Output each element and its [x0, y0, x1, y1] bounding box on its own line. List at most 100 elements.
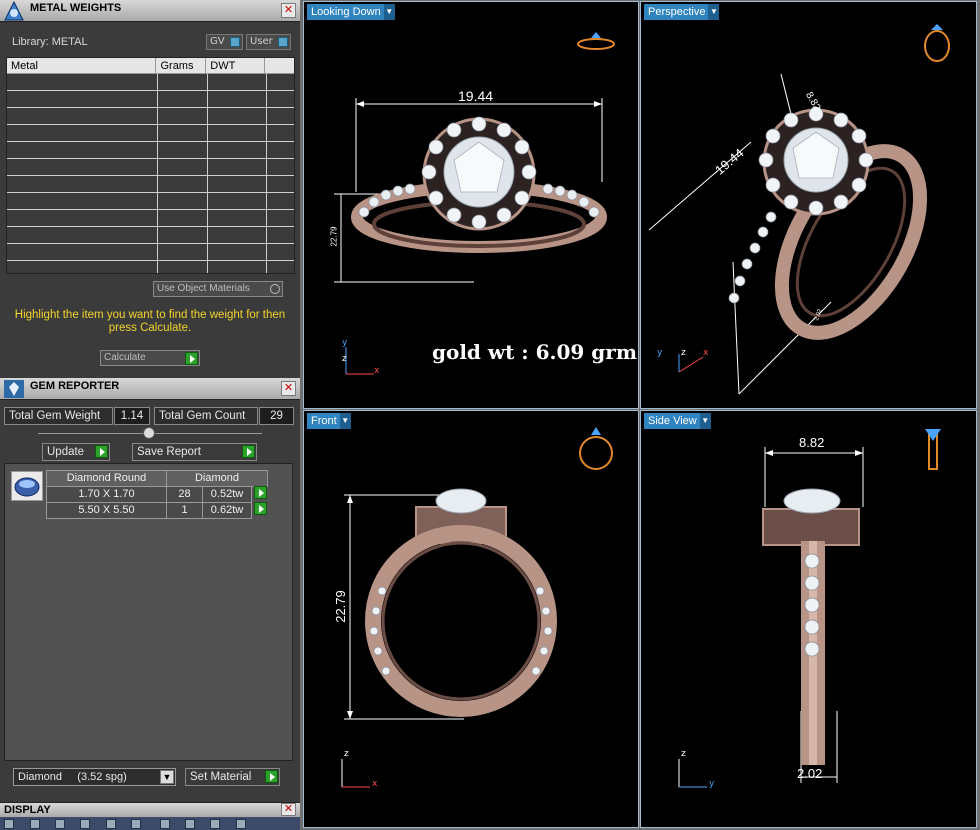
total-gem-weight-value: 1.14	[114, 407, 150, 425]
close-icon[interactable]: ✕	[281, 3, 296, 18]
axis-z-label: z	[342, 354, 347, 364]
viewport-label[interactable]: Side View ▼	[644, 413, 711, 429]
dimension-top: 8.82	[799, 435, 825, 450]
update-button[interactable]: Update	[42, 443, 110, 461]
left-panel: METAL WEIGHTS ✕ Library: METAL GV User M…	[0, 0, 300, 830]
set-material-button[interactable]: Set Material	[185, 768, 280, 786]
gem-size: 1.70 X 1.70	[46, 486, 167, 503]
column-extra[interactable]	[265, 58, 294, 73]
arrow-right-icon	[254, 486, 267, 499]
metal-weights-table[interactable]: Metal Grams DWT	[6, 57, 295, 274]
close-icon[interactable]: ✕	[281, 803, 296, 816]
dimension-bottom: 2.02	[797, 766, 823, 781]
viewport-label[interactable]: Perspective ▼	[644, 4, 720, 20]
metal-weights-title: METAL WEIGHTS	[30, 2, 122, 14]
column-diamond-round: Diamond Round	[46, 470, 167, 487]
tool-icon[interactable]	[4, 819, 14, 829]
table-header: Metal Grams DWT	[7, 58, 294, 74]
total-gem-count-label: Total Gem Count	[154, 407, 258, 425]
gem-reporter-icon	[4, 380, 24, 398]
display-title: DISPLAY	[4, 804, 51, 816]
display-toolbar	[0, 817, 300, 830]
dimension-height: 22.79	[329, 226, 339, 247]
gem-table[interactable]: Diamond Round Diamond 1.70 X 1.70 28 0.5…	[46, 470, 268, 519]
tool-icon[interactable]	[106, 819, 116, 829]
use-object-materials-checkbox[interactable]: Use Object Materials	[153, 281, 283, 297]
tool-icon[interactable]	[236, 819, 246, 829]
viewport-label[interactable]: Front ▼	[307, 413, 351, 429]
tool-icon[interactable]	[210, 819, 220, 829]
column-diamond: Diamond	[166, 470, 268, 487]
ring-preview-icon	[924, 24, 950, 62]
chevron-down-icon: ▼	[339, 413, 351, 429]
table-rows[interactable]	[7, 74, 294, 273]
viewport-label-text: Front	[311, 415, 337, 427]
ring-preview-icon	[577, 32, 615, 50]
axis-y-label: y	[657, 348, 663, 358]
arrow-right-icon	[242, 445, 255, 458]
tool-icon[interactable]	[55, 819, 65, 829]
tool-icon[interactable]	[131, 819, 141, 829]
total-gem-count-value: 29	[259, 407, 294, 425]
dimension-height: 22.79	[332, 590, 348, 623]
ring-preview-icon	[925, 429, 941, 470]
material-select-value: Diamond (3.52 spg)	[18, 771, 127, 783]
viewport-label-text: Looking Down	[311, 6, 381, 18]
gv-toggle[interactable]: GV	[206, 34, 243, 50]
use-object-materials-label: Use Object Materials	[157, 283, 250, 294]
gem-weight: 0.62tw	[202, 502, 252, 519]
toggle-knob-icon	[278, 37, 288, 47]
gem-count: 28	[166, 486, 203, 503]
ring-preview-icon	[579, 427, 613, 470]
dimension-width: 19.44	[458, 88, 494, 104]
close-icon[interactable]: ✕	[281, 381, 296, 396]
arrow-right-icon	[254, 502, 267, 515]
viewport-label[interactable]: Looking Down ▼	[307, 4, 395, 20]
viewport-label-text: Perspective	[648, 6, 706, 18]
arrow-right-icon	[185, 352, 198, 365]
axis-z-label: z	[681, 348, 686, 358]
gem-reporter-header: GEM REPORTER ✕	[0, 378, 300, 400]
save-report-label: Save Report	[137, 446, 201, 458]
logo-icon	[4, 1, 24, 21]
ring-render-front	[341, 427, 613, 788]
chevron-down-icon: ▼	[160, 770, 174, 784]
tool-icon[interactable]	[30, 819, 40, 829]
calculate-button[interactable]: Calculate	[100, 350, 200, 366]
hint-text: Highlight the item you want to find the …	[14, 309, 286, 334]
gem-list[interactable]: Diamond Round Diamond 1.70 X 1.70 28 0.5…	[4, 463, 293, 761]
column-divider	[266, 74, 267, 273]
gem-table-header: Diamond Round Diamond	[46, 470, 268, 487]
table-row[interactable]: 1.70 X 1.70 28 0.52tw	[46, 486, 268, 503]
library-label: Library: METAL	[12, 36, 88, 48]
viewport-front[interactable]: Front ▼ 22.79 z x	[303, 410, 639, 828]
gem-thumbnail-icon[interactable]	[11, 471, 43, 501]
column-dwt[interactable]: DWT	[206, 58, 266, 73]
row-select-button[interactable]	[251, 486, 267, 503]
arrow-right-icon	[95, 445, 108, 458]
axis-x-label: x	[703, 348, 709, 358]
gold-weight-note: gold wt : 6.09 grm	[432, 340, 637, 364]
slider-handle[interactable]	[143, 427, 155, 439]
calculate-label: Calculate	[104, 352, 146, 363]
axis-y-label: y	[342, 338, 348, 348]
column-grams[interactable]: Grams	[156, 58, 207, 73]
table-row[interactable]: 5.50 X 5.50 1 0.62tw	[46, 502, 268, 519]
tool-icon[interactable]	[160, 819, 170, 829]
row-select-button[interactable]	[251, 502, 267, 519]
column-divider	[157, 74, 158, 273]
column-metal[interactable]: Metal	[7, 58, 157, 73]
viewport-looking-down[interactable]: Looking Down ▼ 19.44 22.79 y z x gold wt…	[303, 1, 639, 409]
viewport-label-text: Side View	[648, 415, 697, 427]
gem-size: 5.50 X 5.50	[46, 502, 167, 519]
display-header: DISPLAY ✕	[0, 802, 300, 817]
update-label: Update	[47, 446, 85, 458]
material-select[interactable]: Diamond (3.52 spg) ▼	[13, 768, 176, 786]
user-toggle-label: User	[250, 36, 273, 47]
tool-icon[interactable]	[80, 819, 90, 829]
tool-icon[interactable]	[185, 819, 195, 829]
viewport-side[interactable]: Side View ▼ 8.82 2.02 z y	[640, 410, 977, 828]
user-toggle[interactable]: User	[246, 34, 291, 50]
viewport-perspective[interactable]: Perspective ▼ 19.44 8.82 2.02 y z x	[640, 1, 977, 409]
save-report-button[interactable]: Save Report	[132, 443, 257, 461]
